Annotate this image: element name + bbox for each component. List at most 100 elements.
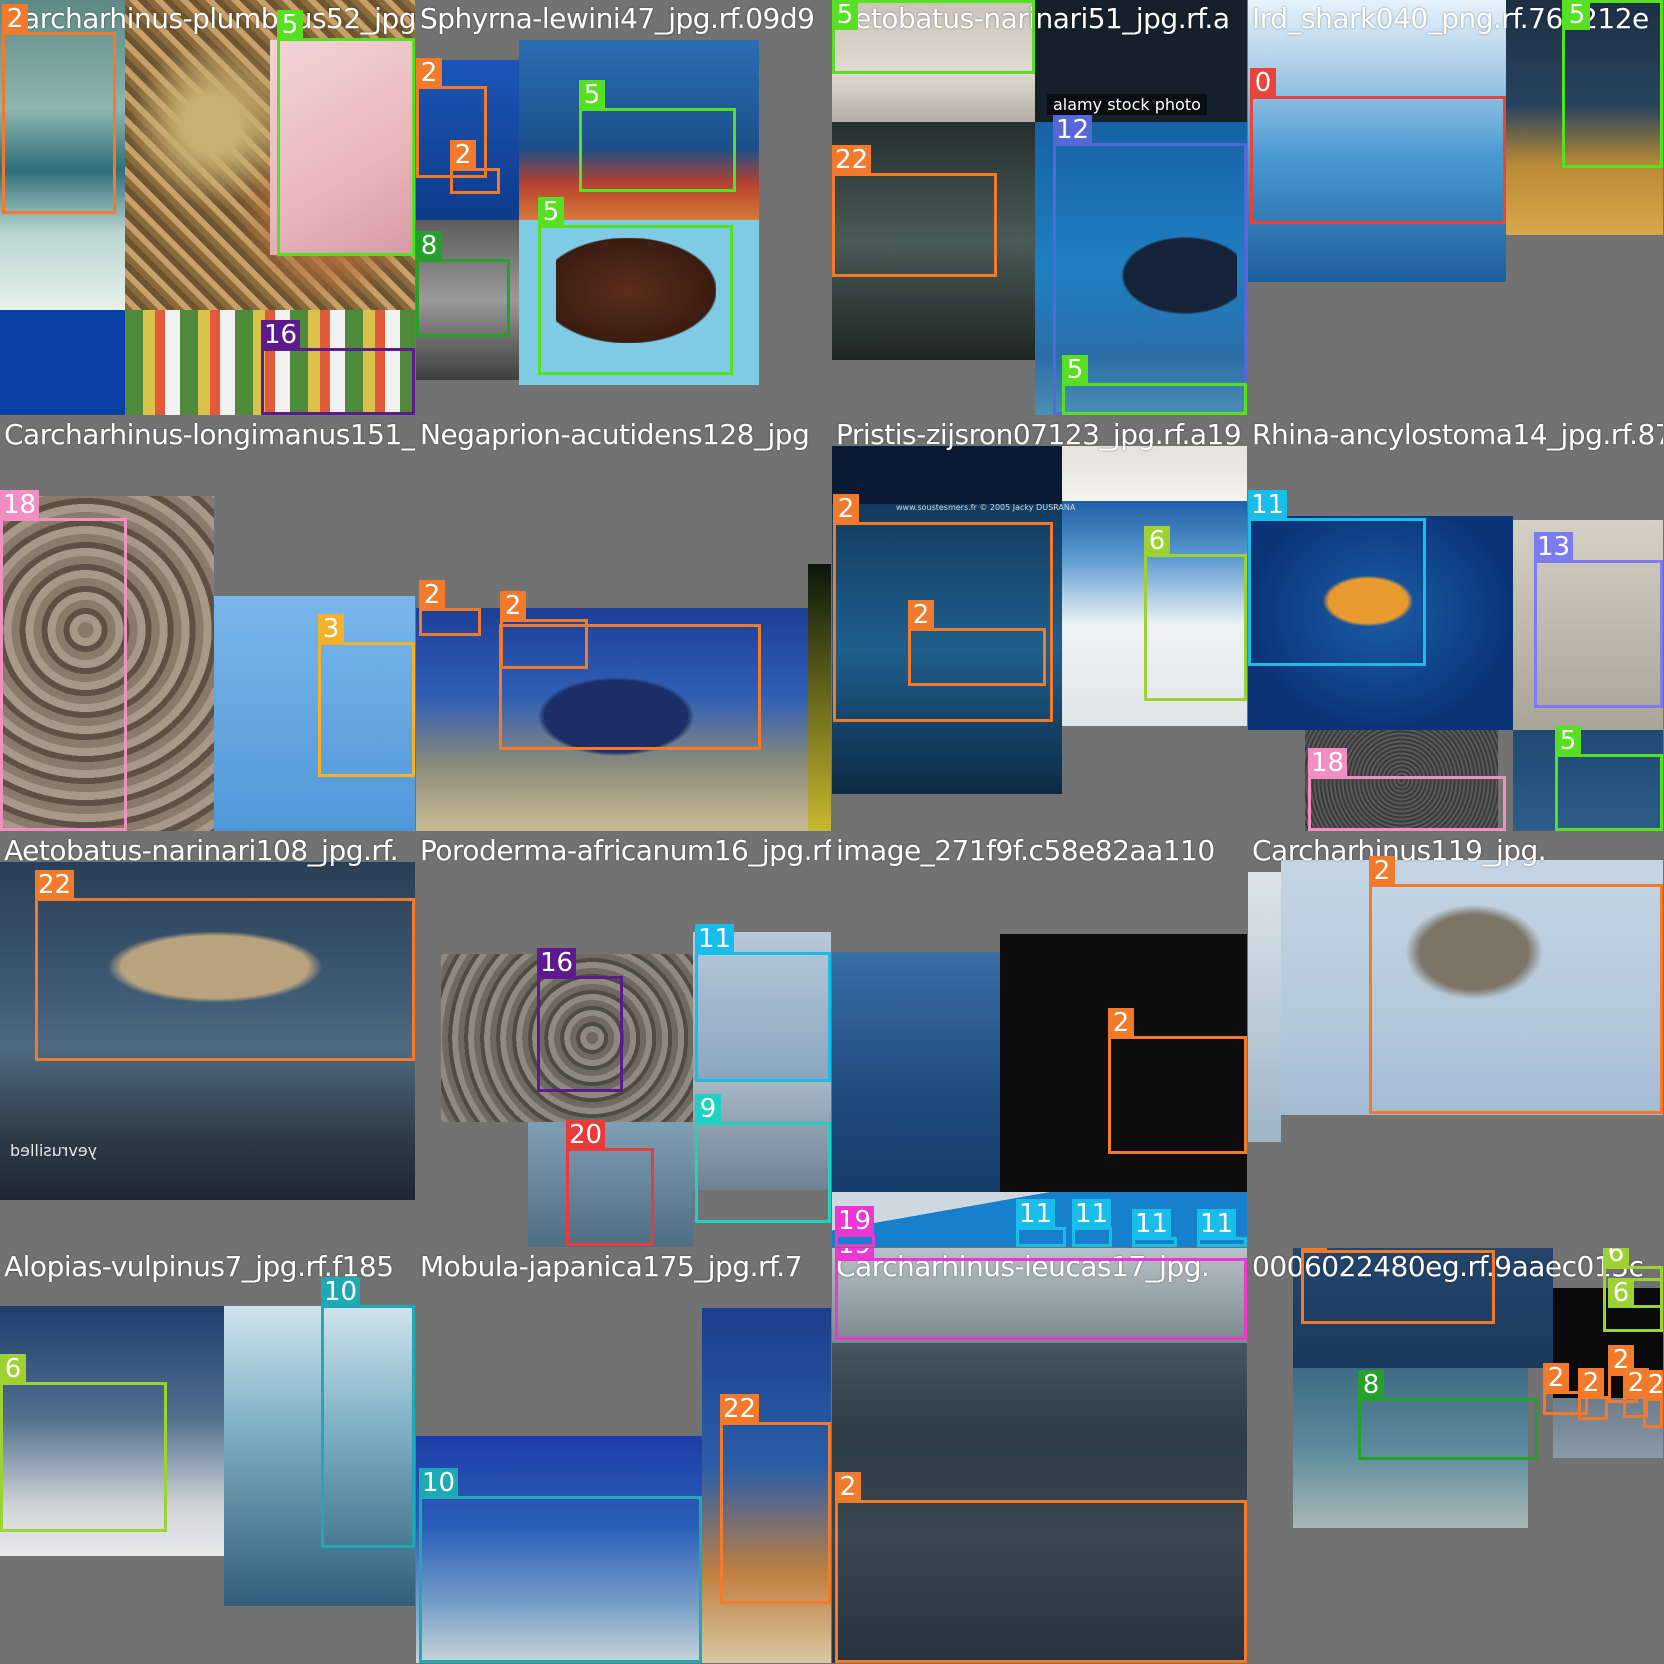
class-label: 6 bbox=[1603, 1248, 1629, 1268]
mosaic-tile: Carcharhinus-plumbeus52_jpg.rf.3847e0e54… bbox=[0, 0, 415, 415]
bbox: 2 bbox=[908, 600, 1046, 686]
class-label: 2 bbox=[908, 600, 934, 630]
mosaic-tile: image_271f9f.c58e82aa110 2 11 11 11 11 1… bbox=[832, 832, 1247, 1247]
class-label: 11 bbox=[1197, 1209, 1237, 1239]
bbox: 11 bbox=[1072, 1199, 1112, 1247]
class-label: 16 bbox=[537, 948, 577, 978]
class-label: 22 bbox=[832, 145, 872, 175]
class-label: 2 bbox=[2, 4, 28, 34]
mosaic-tile: yevrusilled Aetobatus-narinari108_jpg.rf… bbox=[0, 832, 415, 1247]
class-label: 11 bbox=[1072, 1199, 1112, 1229]
class-label: 10 bbox=[419, 1468, 459, 1498]
mosaic-tile: Rhina-ancylostoma14_jpg.rf.876f2 11 13 1… bbox=[1248, 416, 1663, 831]
bbox: 2 bbox=[835, 1472, 1247, 1663]
image-filename: Sphyrna-lewini47_jpg.rf.09d9 bbox=[420, 2, 815, 35]
class-label: 11 bbox=[1132, 1209, 1172, 1239]
class-label: 10 bbox=[321, 1277, 361, 1307]
class-label: 5 bbox=[538, 197, 564, 227]
watermark: alamy stock photo bbox=[1047, 94, 1207, 115]
class-label: 19 bbox=[835, 1248, 875, 1260]
bbox: 16 bbox=[537, 948, 623, 1092]
image-filename: Poroderma-africanum16_jpg.rf.7f275 bbox=[420, 834, 831, 867]
class-label: 11 bbox=[1016, 1199, 1056, 1229]
photo-fragment bbox=[1062, 446, 1247, 501]
class-label: 5 bbox=[1555, 726, 1581, 756]
class-label: 2 bbox=[835, 1472, 861, 1502]
class-label: 2 bbox=[1543, 1363, 1569, 1393]
watermark: yevrusilled bbox=[10, 1141, 98, 1160]
photo-fragment bbox=[1248, 872, 1281, 1142]
bbox: 2 bbox=[1301, 1248, 1495, 1324]
bbox: 10 bbox=[321, 1277, 415, 1548]
class-label: 0 bbox=[1250, 68, 1276, 98]
class-label: 2 bbox=[1369, 856, 1395, 886]
bbox: 8 bbox=[1358, 1370, 1538, 1460]
class-label: 6 bbox=[1144, 526, 1170, 556]
class-label: 5 bbox=[1564, 0, 1590, 30]
bbox: 2 bbox=[419, 580, 481, 636]
class-label: 18 bbox=[0, 490, 40, 520]
image-filename: Carcharhinus-plumbeus52_jpg.rf.3847e0e54… bbox=[4, 2, 415, 35]
bbox: 5 bbox=[538, 197, 733, 375]
class-label: 18 bbox=[1308, 748, 1348, 778]
class-label: 6 bbox=[1608, 1278, 1634, 1308]
image-filename: Carcharhinus-longimanus151_jpg.rf.11f837 bbox=[4, 418, 415, 451]
bbox: 2 bbox=[1369, 856, 1663, 1114]
bbox: 6 bbox=[1608, 1278, 1663, 1308]
class-label: 19 bbox=[835, 1206, 875, 1236]
image-filename: Pristis-zijsron07123_jpg.rf.a19 bbox=[836, 418, 1242, 451]
bbox: 11 bbox=[1248, 490, 1426, 666]
bbox: 3 bbox=[318, 614, 415, 777]
mosaic-tile: alamy stock photo Aetobatus-narinari51_j… bbox=[832, 0, 1247, 415]
class-label: 5 bbox=[832, 0, 858, 30]
bbox: 5 bbox=[1555, 726, 1663, 831]
bbox: 2 bbox=[1578, 1368, 1608, 1420]
class-label: 11 bbox=[1248, 490, 1288, 520]
image-filename: Mobula-japanica175_jpg.rf.7 bbox=[420, 1250, 803, 1283]
bbox: 6 bbox=[1144, 526, 1247, 701]
mosaic-tile: Poroderma-africanum16_jpg.rf.7f275 16 11… bbox=[416, 832, 831, 1247]
mosaic-tile: Alopias-vulpinus7_jpg.rf.f185 6 10 bbox=[0, 1248, 415, 1663]
bbox: 5 bbox=[1062, 355, 1247, 415]
class-label: 16 bbox=[261, 320, 301, 350]
mosaic-tile: Carcharhinus-leucas17_jpg. 19 2 bbox=[832, 1248, 1247, 1663]
class-label: 3 bbox=[318, 614, 344, 644]
class-label: 12 bbox=[1053, 115, 1093, 145]
bbox: 2 bbox=[1108, 1008, 1247, 1154]
bbox: 19 bbox=[835, 1248, 1247, 1340]
class-label: 2 bbox=[1301, 1248, 1327, 1252]
class-label: 2 bbox=[450, 140, 476, 170]
class-label: 2 bbox=[500, 591, 526, 621]
bbox: 6 bbox=[0, 1354, 167, 1532]
mosaic-tile: Carcharhinus-longimanus151_jpg.rf.11f837… bbox=[0, 416, 415, 831]
bbox: 11 bbox=[1197, 1209, 1247, 1247]
bbox: 2 bbox=[833, 494, 1053, 722]
bbox: 9 bbox=[695, 1094, 831, 1223]
bbox: 20 bbox=[566, 1120, 654, 1246]
class-label: 9 bbox=[695, 1094, 721, 1124]
bbox: 18 bbox=[1308, 748, 1506, 831]
class-label: 2 bbox=[1108, 1008, 1134, 1038]
bbox: 22 bbox=[720, 1394, 831, 1604]
image-filename: Negaprion-acutidens128_jpg bbox=[420, 418, 810, 451]
image-filename: Aetobatus-narinari108_jpg.rf. bbox=[4, 834, 399, 867]
class-label: 5 bbox=[1062, 355, 1088, 385]
bbox: 22 bbox=[832, 145, 997, 277]
bbox: 22 bbox=[35, 870, 415, 1061]
class-label: 8 bbox=[416, 231, 442, 261]
class-label: 2 bbox=[416, 58, 442, 88]
class-label: 2 bbox=[1643, 1370, 1663, 1400]
class-label: 2 bbox=[419, 580, 445, 610]
class-label: 11 bbox=[695, 924, 735, 954]
image-filename: image_271f9f.c58e82aa110 bbox=[836, 834, 1215, 867]
photo-credit: www.soustesmers.fr © 2005 Jacky DUSRANA bbox=[896, 503, 1076, 512]
photo-fragment bbox=[0, 310, 125, 415]
bbox: 11 bbox=[695, 924, 831, 1082]
mosaic-tile: Negaprion-acutidens128_jpg 2 2 2 bbox=[416, 416, 831, 831]
mosaic-tile: Sphyrna-lewini47_jpg.rf.09d9 2 2 5 5 8 bbox=[416, 0, 831, 415]
detection-mosaic: Carcharhinus-plumbeus52_jpg.rf.3847e0e54… bbox=[0, 0, 1664, 1664]
bbox: 5 bbox=[1562, 0, 1663, 168]
class-label: 22 bbox=[720, 1394, 760, 1424]
bbox: 5 bbox=[832, 0, 1035, 74]
photo-fragment bbox=[808, 564, 831, 831]
